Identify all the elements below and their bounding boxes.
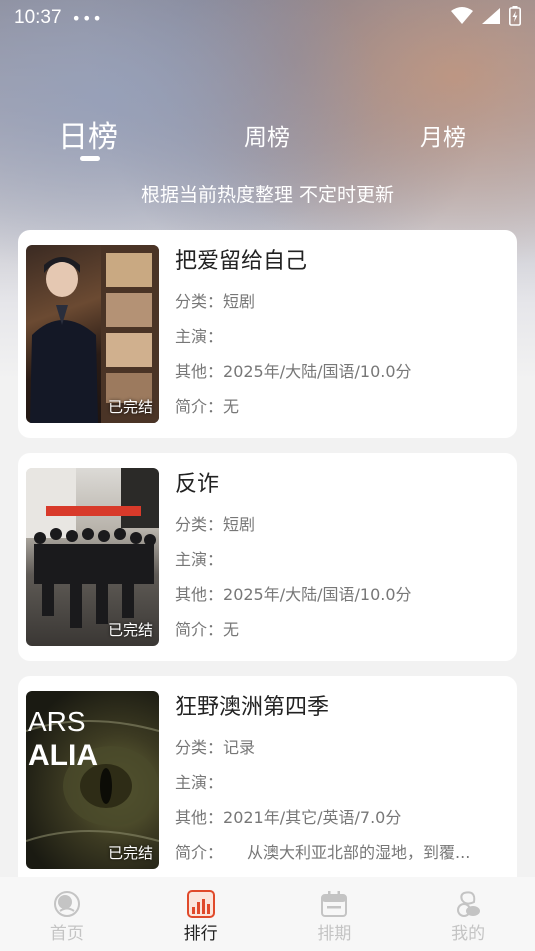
item-cast: 主演： xyxy=(175,324,509,349)
category-label: 分类： xyxy=(175,292,224,311)
ranking-tabs: 日榜 周榜 月榜 xyxy=(0,110,535,170)
item-intro: 简介：无 xyxy=(175,394,509,419)
category-value: 记录 xyxy=(223,738,256,757)
item-intro: 简介：无 xyxy=(175,617,509,642)
item-title[interactable]: 反诈 xyxy=(175,468,509,502)
item-intro: 简介： 从澳大利亚北部的湿地，到覆... xyxy=(175,840,509,865)
intro-value: 无 xyxy=(223,397,240,416)
category-value: 短剧 xyxy=(223,292,256,311)
notification-dots: ••• xyxy=(71,8,103,28)
home-icon xyxy=(52,890,82,918)
ranking-icon xyxy=(186,890,216,918)
item-title[interactable]: 狂野澳洲第四季 xyxy=(175,691,509,725)
list-item[interactable]: ARS ALIA 已完结 狂野澳洲第四季 分类：记录 主演： 其他：2021年/… xyxy=(18,676,517,896)
nav-label: 排行 xyxy=(183,924,218,944)
tab-monthly[interactable]: 月榜 xyxy=(420,118,466,152)
intro-value: 无 xyxy=(223,620,240,639)
nav-ranking[interactable]: 排行 xyxy=(134,877,268,951)
cast-label: 主演： xyxy=(175,550,224,569)
signal-icon xyxy=(481,7,501,29)
nav-profile[interactable]: 我的 xyxy=(401,877,535,951)
item-other: 其他：2025年/大陆/国语/10.0分 xyxy=(175,359,509,384)
poster-title-text: ARS xyxy=(28,706,86,737)
status-badge: 已完结 xyxy=(107,398,153,416)
status-badge: 已完结 xyxy=(107,621,153,639)
status-time: 10:37 xyxy=(14,7,62,28)
bottom-nav: 首页 排行 排期 我的 xyxy=(0,877,535,951)
intro-label: 简介： xyxy=(175,620,224,639)
battery-icon xyxy=(509,6,521,30)
poster-image[interactable]: 已完结 xyxy=(26,468,159,646)
status-bar: 10:37 ••• xyxy=(0,0,535,36)
item-other: 其他：2025年/大陆/国语/10.0分 xyxy=(175,582,509,607)
other-label: 其他： xyxy=(175,362,224,381)
poster-title-text: ALIA xyxy=(28,739,98,772)
item-other: 其他：2021年/其它/英语/7.0分 xyxy=(175,805,509,830)
tab-daily[interactable]: 日榜 xyxy=(58,112,118,156)
item-title[interactable]: 把爱留给自己 xyxy=(175,245,509,279)
item-cast: 主演： xyxy=(175,770,509,795)
nav-label: 排期 xyxy=(317,924,352,944)
other-label: 其他： xyxy=(175,585,224,604)
nav-schedule[interactable]: 排期 xyxy=(268,877,402,951)
ranking-subtitle: 根据当前热度整理 不定时更新 xyxy=(140,184,395,206)
tab-weekly[interactable]: 周榜 xyxy=(244,118,290,152)
other-value: 2021年/其它/英语/7.0分 xyxy=(223,808,402,827)
intro-label: 简介： xyxy=(175,397,224,416)
nav-home[interactable]: 首页 xyxy=(0,877,134,951)
poster-image[interactable]: ARS ALIA 已完结 xyxy=(26,691,159,869)
list-item[interactable]: 已完结 反诈 分类：短剧 主演： 其他：2025年/大陆/国语/10.0分 简介… xyxy=(18,453,517,661)
nav-label: 我的 xyxy=(451,924,486,944)
intro-value: 从澳大利亚北部的湿地，到覆... xyxy=(215,843,471,862)
cast-label: 主演： xyxy=(175,773,224,792)
poster-image[interactable]: 已完结 xyxy=(26,245,159,423)
active-tab-indicator xyxy=(80,156,100,161)
other-value: 2025年/大陆/国语/10.0分 xyxy=(223,362,412,381)
category-label: 分类： xyxy=(175,515,224,534)
cast-label: 主演： xyxy=(175,327,224,346)
item-category: 分类：短剧 xyxy=(175,512,509,537)
nav-label: 首页 xyxy=(49,924,84,944)
other-label: 其他： xyxy=(175,808,224,827)
item-category: 分类：记录 xyxy=(175,735,509,760)
category-value: 短剧 xyxy=(223,515,256,534)
intro-label: 简介： xyxy=(175,843,216,862)
profile-icon xyxy=(453,890,483,918)
wifi-icon xyxy=(451,7,473,29)
calendar-icon xyxy=(319,890,349,918)
item-cast: 主演： xyxy=(175,547,509,572)
status-badge: 已完结 xyxy=(107,844,153,862)
list-item[interactable]: 已完结 把爱留给自己 分类：短剧 主演： 其他：2025年/大陆/国语/10.0… xyxy=(18,230,517,438)
item-category: 分类：短剧 xyxy=(175,289,509,314)
other-value: 2025年/大陆/国语/10.0分 xyxy=(223,585,412,604)
category-label: 分类： xyxy=(175,738,224,757)
